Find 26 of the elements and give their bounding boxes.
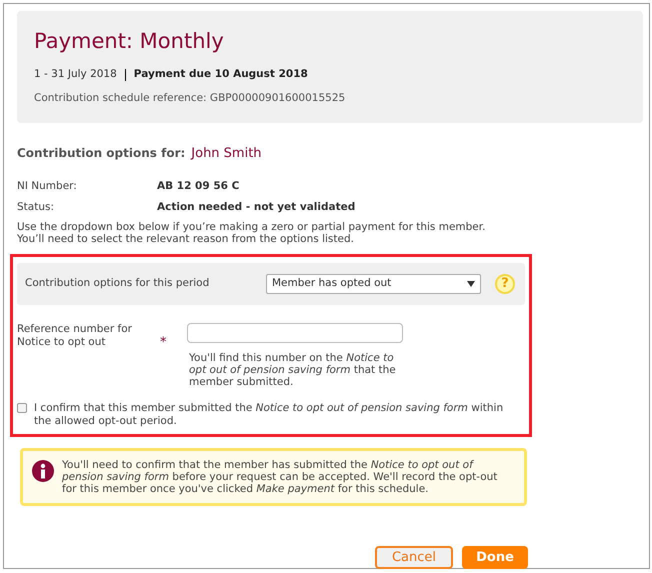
confirm-text: I confirm that this member submitted the Notice to opt out of pension saving form within the allowed opt-out period.	[34, 402, 504, 428]
notice-text: You'll need to confirm that the member has submitted the Notice to opt out of pension saving form before your request can be accepted. We'll record the opt-out for this member once you've clicked Make payment for this schedule.	[62, 459, 498, 495]
instruction-text: Use the dropdown box below if you’re making a zero or partial payment for this member.	[17, 221, 486, 233]
schedule-reference: Contribution schedule reference: GBP00000901600015525	[34, 90, 346, 106]
reference-label: Reference number for Notice to opt out	[17, 323, 133, 349]
cancel-button[interactable]: Cancel	[375, 546, 453, 569]
period-text: 1 - 31 July 2018	[34, 67, 117, 82]
reference-hint: You'll find this number on the Notice to opt out of pension saving form that the member submitted.	[189, 352, 397, 388]
reference-input-field[interactable]	[187, 323, 403, 343]
detail-label: NI Number:	[17, 178, 78, 194]
due-date-text: Payment due 10 August 2018	[134, 67, 308, 82]
help-button[interactable]: ?	[495, 274, 515, 294]
info-icon	[32, 460, 54, 482]
member-label: Contribution options for:	[17, 145, 186, 162]
detail-value: AB 12 09 56 C	[157, 178, 240, 194]
required-mark: *	[160, 336, 166, 349]
page-title: Payment: Monthly	[34, 28, 225, 55]
instruction-text: You’ll need to select the relevant reason from the options listed.	[17, 233, 355, 245]
done-button[interactable]: Done	[462, 546, 528, 569]
detail-label: Status:	[17, 200, 55, 215]
confirm-checkbox[interactable]	[17, 403, 27, 413]
member-name: John Smith	[191, 144, 262, 162]
options-dropdown[interactable]: Member has opted out	[266, 274, 481, 294]
options-label: Contribution options for this period	[25, 276, 210, 292]
detail-value: Action needed - not yet validated	[157, 200, 356, 215]
caret-icon	[467, 281, 475, 287]
